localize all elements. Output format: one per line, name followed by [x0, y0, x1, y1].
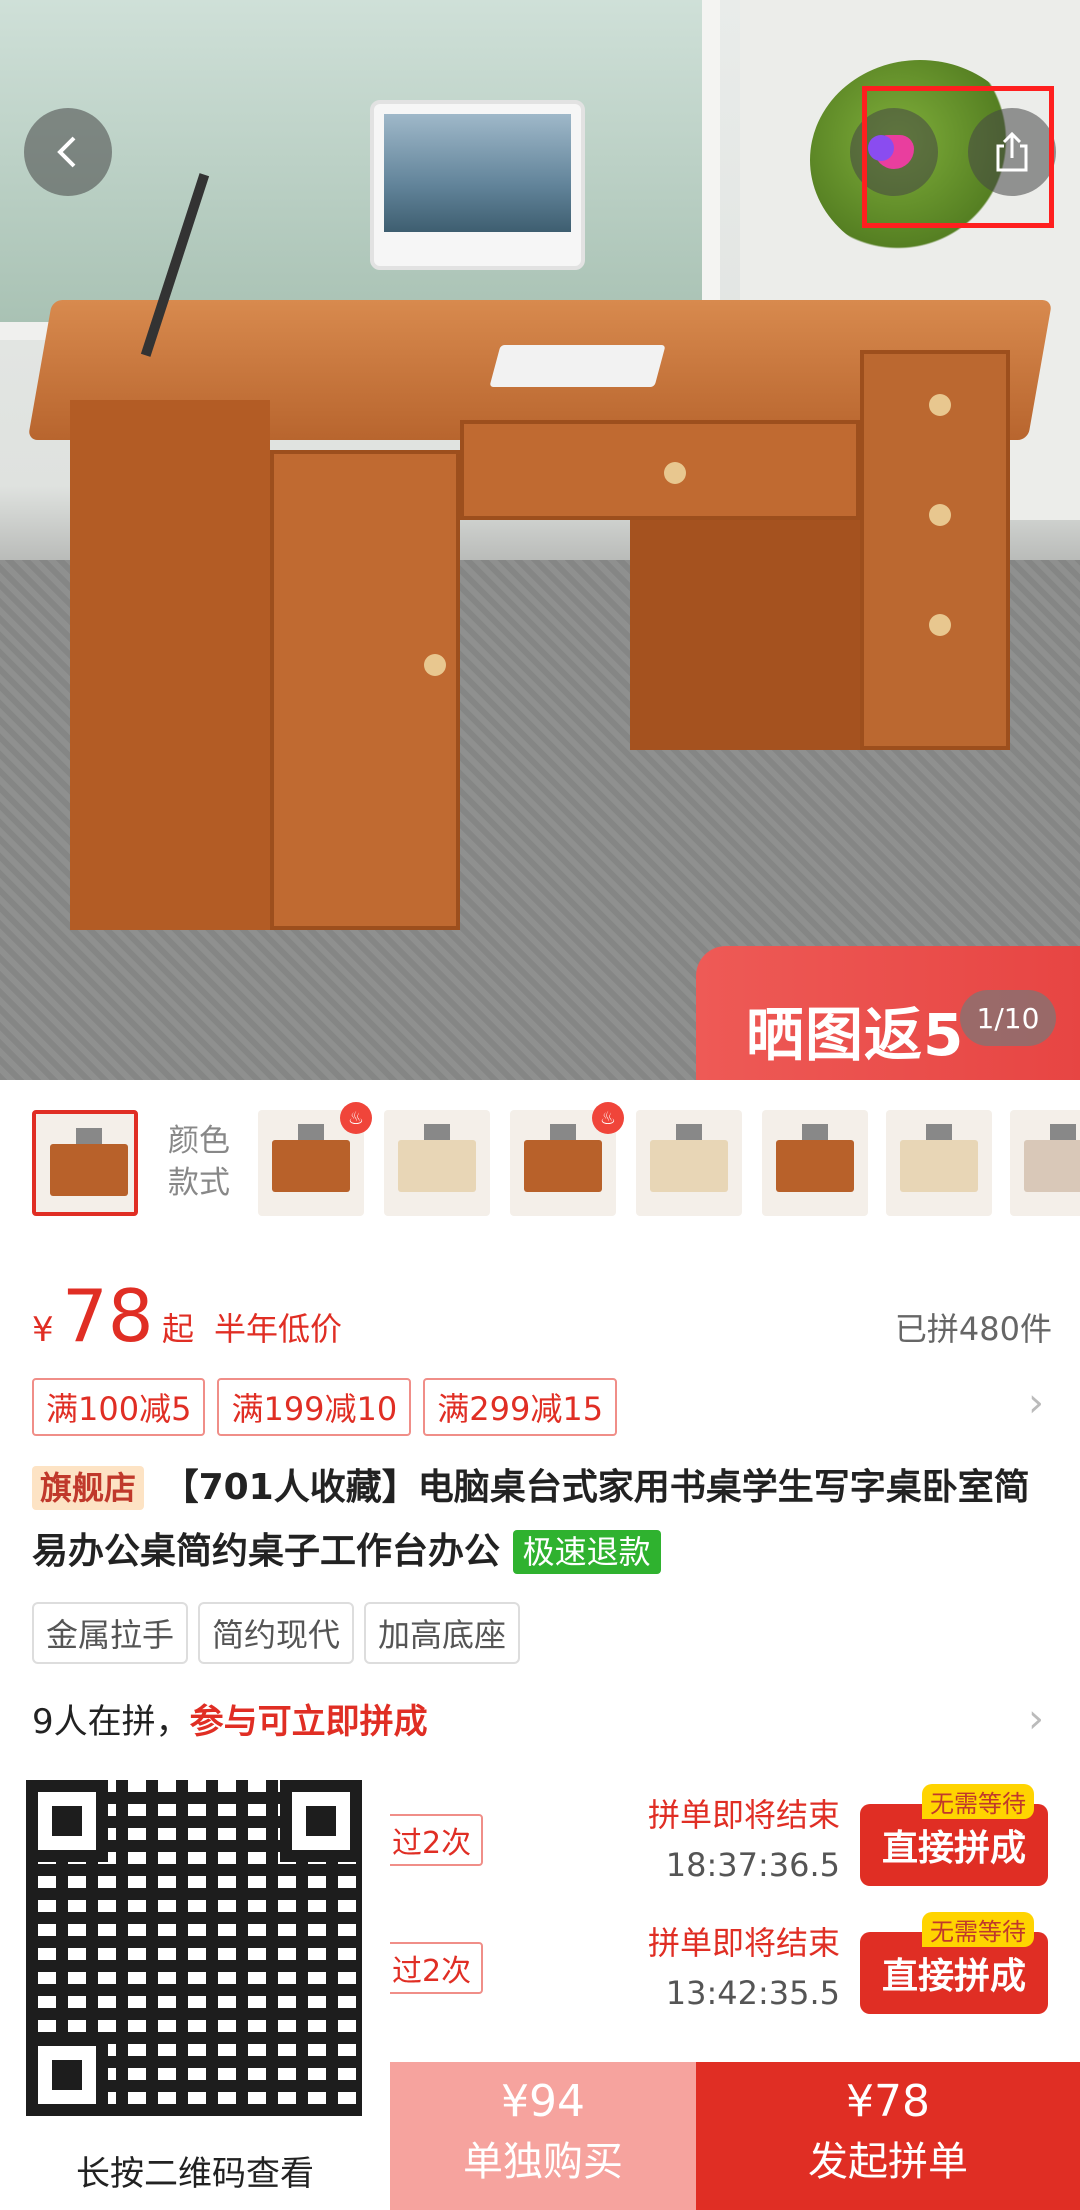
- desk-drawers-image: [860, 350, 1010, 750]
- keyboard-image: [489, 345, 666, 387]
- thumbnail-selected[interactable]: [32, 1110, 138, 1216]
- back-button[interactable]: [24, 108, 112, 196]
- group-end-time: 13:42:35.5: [665, 1974, 840, 2012]
- qr-code-card[interactable]: 长按二维码查看: [0, 1754, 390, 2210]
- group-end-info: 拼单即将结束 18:37:36.5: [648, 1790, 840, 1884]
- group-pill: 过2次: [380, 1942, 484, 1994]
- coupon-tag[interactable]: 满100减5: [32, 1378, 206, 1436]
- qr-code-image[interactable]: [26, 1780, 362, 2116]
- coupon-list[interactable]: 满100减5 满199减10 满299减15: [32, 1378, 618, 1436]
- group-label: 发起拼单: [808, 2139, 968, 2185]
- qr-finder: [26, 1780, 108, 1862]
- group-buy-summary[interactable]: 9人在拼，参与可立即拼成: [32, 1694, 428, 1743]
- no-wait-badge: 无需等待: [922, 1784, 1034, 1819]
- product-title: 旗舰店 【701人收藏】电脑桌台式家用书桌学生写字桌卧室简易办公桌简约桌子工作台…: [32, 1456, 1048, 1584]
- thumbnail-item[interactable]: [636, 1110, 742, 1216]
- sku-thumbnail-strip[interactable]: ♨ ♨: [0, 1080, 1080, 1238]
- store-badge: 旗舰店: [32, 1466, 145, 1510]
- coupon-tag[interactable]: 满299减15: [423, 1378, 618, 1436]
- start-group-button[interactable]: ¥78 发起拼单: [696, 2062, 1080, 2210]
- group-price: ¥78: [846, 2076, 930, 2127]
- chevron-right-icon[interactable]: ›: [1028, 1696, 1044, 1742]
- group-end-label: 拼单即将结束: [647, 1924, 840, 1962]
- thumbnail-item[interactable]: [1010, 1110, 1080, 1216]
- group-end-label: 拼单即将结束: [647, 1796, 840, 1834]
- knob-image: [929, 394, 951, 416]
- desk-side-image: [70, 400, 270, 930]
- sku-label-color: 颜色: [168, 1123, 230, 1159]
- qr-caption: 长按二维码查看: [76, 2154, 314, 2194]
- image-counter: 1/10: [960, 990, 1056, 1046]
- group-join-text: 参与可立即拼成: [189, 1702, 428, 1742]
- group-pill: 过2次: [380, 1814, 484, 1866]
- chevron-right-icon[interactable]: ›: [1028, 1380, 1044, 1426]
- qr-finder: [26, 2034, 108, 2116]
- fire-icon: ♨: [592, 1102, 624, 1134]
- knob-image: [664, 462, 686, 484]
- thumbnail-item[interactable]: [886, 1110, 992, 1216]
- price-row: ¥ 78 起 半年低价 已拼480件: [32, 1274, 1052, 1358]
- sku-label: 颜色 款式: [168, 1120, 230, 1204]
- coupon-tag[interactable]: 满199减10: [217, 1378, 412, 1436]
- chevron-left-icon: [57, 136, 76, 168]
- knob-image: [929, 504, 951, 526]
- qr-finder: [280, 1780, 362, 1862]
- knob-image: [929, 614, 951, 636]
- solo-label: 单独购买: [463, 2139, 623, 2185]
- product-tag: 加高底座: [364, 1602, 521, 1664]
- sold-count: 已拼480件: [894, 1310, 1052, 1348]
- product-image-carousel[interactable]: 晒图返5 1/10: [0, 0, 1080, 1080]
- price-value: 78: [62, 1274, 154, 1358]
- group-count: 9人在拼，: [32, 1702, 190, 1742]
- price-suffix: 起: [162, 1310, 195, 1348]
- highlight-box: [862, 86, 1054, 228]
- currency-symbol: ¥: [32, 1310, 54, 1350]
- refund-badge: 极速退款: [512, 1530, 661, 1574]
- tag-list: 金属拉手 简约现代 加高底座: [32, 1602, 521, 1664]
- desk-drawer-image: [460, 420, 860, 520]
- fire-icon: ♨: [340, 1102, 372, 1134]
- knob-image: [424, 654, 446, 676]
- no-wait-badge: 无需等待: [922, 1912, 1034, 1947]
- product-tag: 简约现代: [198, 1602, 355, 1664]
- thumbnail-item[interactable]: [384, 1110, 490, 1216]
- thumbnail-item[interactable]: [762, 1110, 868, 1216]
- solo-price: ¥94: [501, 2076, 585, 2127]
- sku-label-style: 款式: [168, 1165, 230, 1201]
- low-price-label: 半年低价: [214, 1310, 343, 1348]
- group-end-info: 拼单即将结束 13:42:35.5: [648, 1918, 840, 2012]
- buy-alone-button[interactable]: ¥94 单独购买: [390, 2062, 696, 2210]
- monitor-image: [370, 100, 585, 270]
- product-tag: 金属拉手: [32, 1602, 189, 1664]
- group-end-time: 18:37:36.5: [665, 1846, 840, 1884]
- desk-cabinet-image: [270, 450, 460, 930]
